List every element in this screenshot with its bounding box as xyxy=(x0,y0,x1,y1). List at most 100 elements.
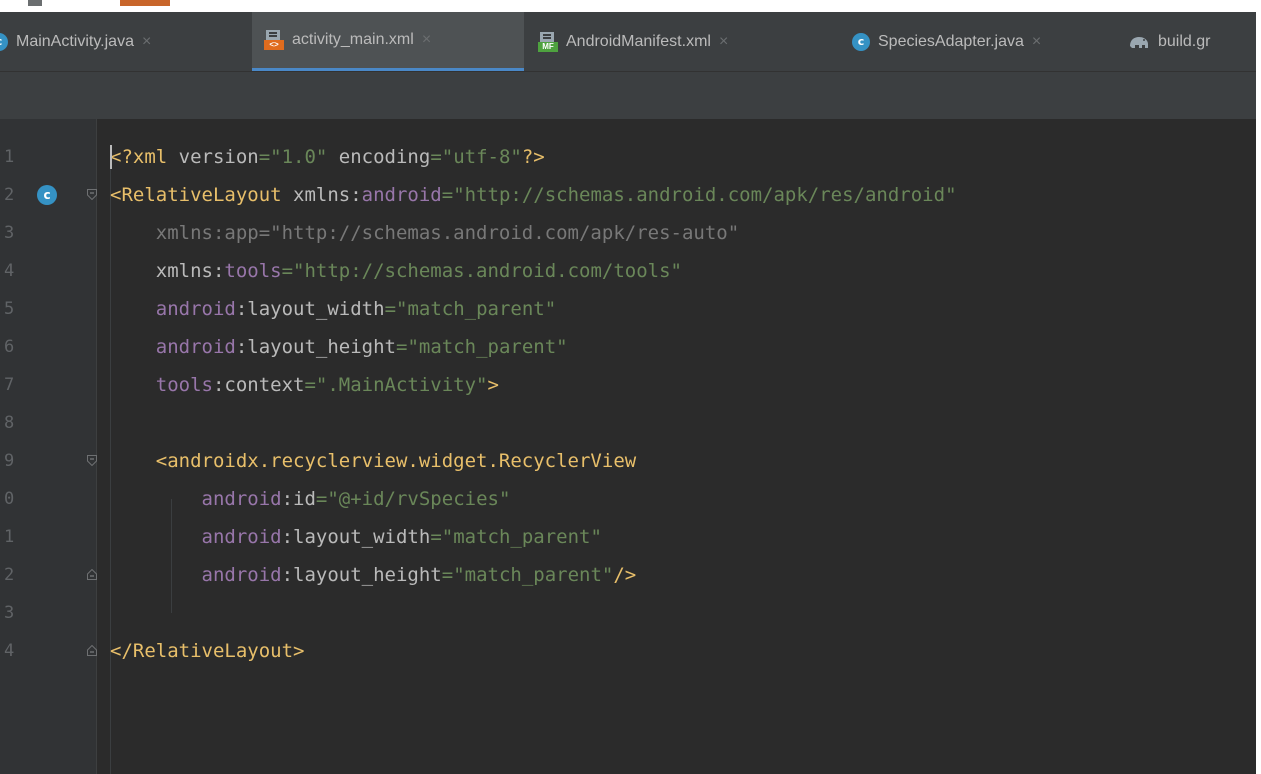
tab-androidmanifest-xml[interactable]: MF AndroidManifest.xml × xyxy=(538,12,728,71)
code-token: xmlns:app="http://schemas.android.com/ap… xyxy=(110,222,740,244)
manifest-icon: MF xyxy=(538,31,558,52)
code-text: tools:context=".MainActivity"> xyxy=(110,366,499,404)
code-line[interactable]: 1 android:layout_width="match_parent" xyxy=(0,518,1256,556)
code-token: ="match_parent" xyxy=(430,526,602,548)
tab-mainactivity-java[interactable]: c MainActivity.java × xyxy=(0,12,151,71)
code-token: <?xml xyxy=(110,146,179,168)
code-line[interactable]: 5 android:layout_width="match_parent" xyxy=(0,290,1256,328)
code-token: android xyxy=(110,298,236,320)
editor-breadcrumb-toolbar xyxy=(0,72,1256,119)
code-token: :layout_height xyxy=(235,336,396,358)
code-token: ="utf-8" xyxy=(430,146,522,168)
code-token: tools xyxy=(110,374,213,396)
code-text: <androidx.recyclerview.widget.RecyclerVi… xyxy=(110,442,636,480)
top-strip-mark xyxy=(28,0,42,6)
line-number: 7 xyxy=(4,375,15,395)
tab-activity-main-xml[interactable]: <> activity_main.xml × xyxy=(252,12,524,71)
code-token: ="match_parent" xyxy=(441,564,614,586)
code-token: android xyxy=(110,526,282,548)
code-token: :id xyxy=(281,488,316,510)
code-text: xmlns:tools="http://schemas.android.com/… xyxy=(110,252,682,290)
code-token: xmlns: xyxy=(110,260,225,282)
line-number: 2 xyxy=(4,565,15,585)
window-top-strip xyxy=(0,0,1261,12)
code-line[interactable]: 8 xyxy=(0,404,1256,442)
code-line[interactable]: 3 xmlns:app="http://schemas.android.com/… xyxy=(0,214,1256,252)
code-token: android xyxy=(110,336,236,358)
code-line[interactable]: 3 xyxy=(0,594,1256,632)
top-strip-mark xyxy=(120,0,170,6)
code-text: xmlns:app="http://schemas.android.com/ap… xyxy=(110,214,739,252)
code-line[interactable]: 2 android:layout_height="match_parent"/> xyxy=(0,556,1256,594)
code-token: /> xyxy=(613,564,637,586)
line-number: 9 xyxy=(4,451,15,471)
tab-label: MainActivity.java xyxy=(16,32,134,50)
code-token: =".MainActivity" xyxy=(304,374,488,396)
tab-label: AndroidManifest.xml xyxy=(566,32,711,50)
tab-build-gradle[interactable]: build.gr xyxy=(1128,12,1210,71)
class-reference-gutter-icon[interactable]: c xyxy=(37,185,57,205)
close-icon[interactable]: × xyxy=(142,33,151,51)
code-line[interactable]: 9 <androidx.recyclerview.widget.Recycler… xyxy=(0,442,1256,480)
java-class-icon: c xyxy=(0,32,8,51)
code-text: android:id="@+id/rvSpecies" xyxy=(110,480,511,518)
fold-collapse-icon[interactable] xyxy=(87,455,97,466)
line-number: 0 xyxy=(4,489,15,509)
code-text: android:layout_width="match_parent" xyxy=(110,290,556,328)
code-token: </RelativeLayout> xyxy=(110,640,305,662)
text-caret xyxy=(110,145,112,169)
tab-label: SpeciesAdapter.java xyxy=(878,32,1024,50)
code-token: encoding xyxy=(338,146,431,168)
code-token: ="@+id/rvSpecies" xyxy=(315,488,511,510)
code-token: android xyxy=(110,488,282,510)
line-number: 8 xyxy=(4,413,15,433)
window-right-edge xyxy=(1256,12,1261,774)
code-token: ="match_parent" xyxy=(396,336,568,358)
code-token: android xyxy=(110,564,282,586)
close-icon[interactable]: × xyxy=(719,33,728,51)
fold-end-icon[interactable] xyxy=(87,569,97,580)
code-token: :layout_width xyxy=(235,298,385,320)
line-number: 1 xyxy=(4,147,15,167)
code-token: <RelativeLayout xyxy=(110,184,294,206)
tab-label: build.gr xyxy=(1158,32,1211,50)
code-line[interactable]: 4 </RelativeLayout> xyxy=(0,632,1256,670)
code-line[interactable]: 0 android:id="@+id/rvSpecies" xyxy=(0,480,1256,518)
tab-speciesadapter-java[interactable]: c SpeciesAdapter.java × xyxy=(852,12,1041,71)
code-token: > xyxy=(487,374,499,396)
code-text: <?xml version="1.0" encoding="utf-8"?> xyxy=(110,138,545,176)
line-number: 2 xyxy=(4,185,15,205)
code-text: <RelativeLayout xmlns:android="http://sc… xyxy=(110,176,957,214)
code-text: android:layout_height="match_parent" xyxy=(110,328,568,366)
code-token: <androidx.recyclerview.widget.RecyclerVi… xyxy=(110,450,637,472)
editor-tab-bar: c MainActivity.java × <> activity_main.x… xyxy=(0,12,1256,72)
code-token: ="http://schemas.android.com/apk/res/and… xyxy=(441,184,957,206)
code-text: </RelativeLayout> xyxy=(110,632,304,670)
close-icon[interactable]: × xyxy=(422,31,431,49)
code-line[interactable]: 7 tools:context=".MainActivity"> xyxy=(0,366,1256,404)
code-token: ="http://schemas.android.com/tools" xyxy=(281,260,682,282)
code-token: xmlns: xyxy=(293,184,362,206)
xml-layout-icon: <> xyxy=(264,30,284,50)
code-token: android xyxy=(361,184,442,206)
fold-collapse-icon[interactable] xyxy=(87,189,97,200)
code-token: :layout_width xyxy=(281,526,431,548)
code-editor[interactable]: 1 <?xml version="1.0" encoding="utf-8"?> 2… xyxy=(0,119,1256,774)
gradle-elephant-icon xyxy=(1130,36,1148,48)
code-line[interactable]: 6 android:layout_height="match_parent" xyxy=(0,328,1256,366)
line-number: 5 xyxy=(4,299,15,319)
code-token: version xyxy=(178,146,259,168)
code-token: :context xyxy=(212,374,305,396)
code-token: ="1.0" xyxy=(258,146,339,168)
close-icon[interactable]: × xyxy=(1032,33,1041,51)
line-number: 3 xyxy=(4,603,15,623)
line-number: 4 xyxy=(4,261,15,281)
code-line[interactable]: 1 <?xml version="1.0" encoding="utf-8"?> xyxy=(0,138,1256,176)
tab-label: activity_main.xml xyxy=(292,31,414,48)
code-line[interactable]: 4 xmlns:tools="http://schemas.android.co… xyxy=(0,252,1256,290)
code-line[interactable]: 2 c <RelativeLayout xmlns:android="http://… xyxy=(0,176,1256,214)
code-token: ?> xyxy=(521,146,545,168)
fold-end-icon[interactable] xyxy=(87,645,97,656)
code-text: android:layout_width="match_parent" xyxy=(110,518,602,556)
line-number: 6 xyxy=(4,337,15,357)
